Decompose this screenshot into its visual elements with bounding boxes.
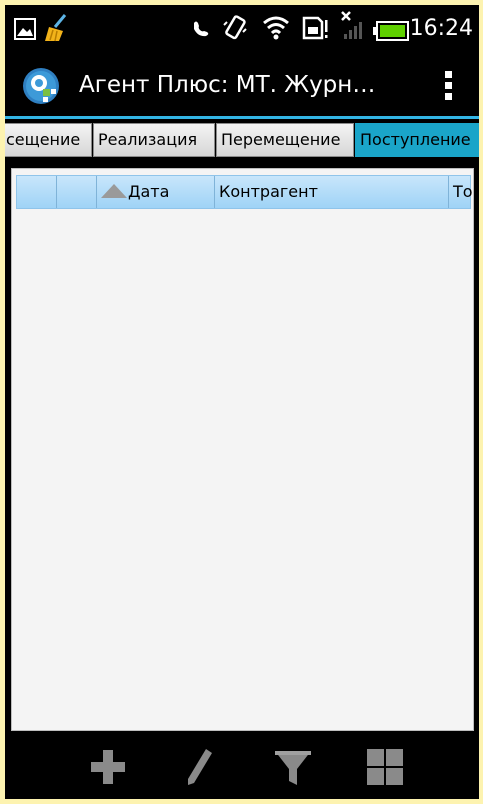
app-screen: 16:24 Агент Плюс: МТ. Журн… сещение Реал… — [5, 5, 479, 799]
sd-card-icon — [301, 15, 329, 45]
column-header-empty-2[interactable] — [57, 176, 97, 208]
broom-icon — [41, 13, 71, 47]
overflow-menu-icon[interactable] — [445, 71, 453, 103]
document-tabs: сещение Реализация Перемещение Поступлен… — [5, 123, 479, 159]
sort-ascending-icon — [101, 183, 127, 198]
tab-postuplenie[interactable]: Поступление — [355, 123, 479, 157]
documents-table[interactable]: Дата Контрагент То — [11, 168, 474, 731]
screen-title: Агент Плюс: МТ. Журн… — [79, 72, 376, 98]
column-header-total[interactable]: То — [449, 176, 472, 208]
edit-icon[interactable] — [180, 747, 220, 787]
column-header-date[interactable]: Дата — [97, 176, 215, 208]
status-bar: 16:24 — [5, 5, 479, 57]
table-header: Дата Контрагент То — [16, 175, 472, 209]
app-logo-icon[interactable] — [22, 67, 60, 105]
column-header-empty-1[interactable] — [17, 176, 57, 208]
phone-icon — [190, 17, 212, 43]
column-header-date-label: Дата — [128, 182, 170, 201]
add-icon[interactable] — [88, 747, 128, 787]
no-signal-icon — [339, 10, 367, 46]
filter-icon[interactable] — [273, 747, 313, 787]
action-bar: Агент Плюс: МТ. Журн… — [5, 57, 479, 116]
picture-icon — [13, 17, 37, 45]
battery-icon — [373, 21, 409, 45]
vibrate-icon — [221, 13, 249, 45]
tab-peremeshchenie[interactable]: Перемещение — [216, 123, 354, 157]
action-bar-divider — [5, 116, 479, 119]
wifi-icon — [261, 13, 291, 45]
tab-poseshchenie[interactable]: сещение — [5, 123, 92, 157]
tab-realizatsiya[interactable]: Реализация — [93, 123, 215, 157]
clock: 16:24 — [409, 16, 473, 41]
column-header-counterparty[interactable]: Контрагент — [215, 176, 449, 208]
bottom-toolbar — [5, 731, 479, 799]
grid-view-icon[interactable] — [365, 747, 405, 787]
